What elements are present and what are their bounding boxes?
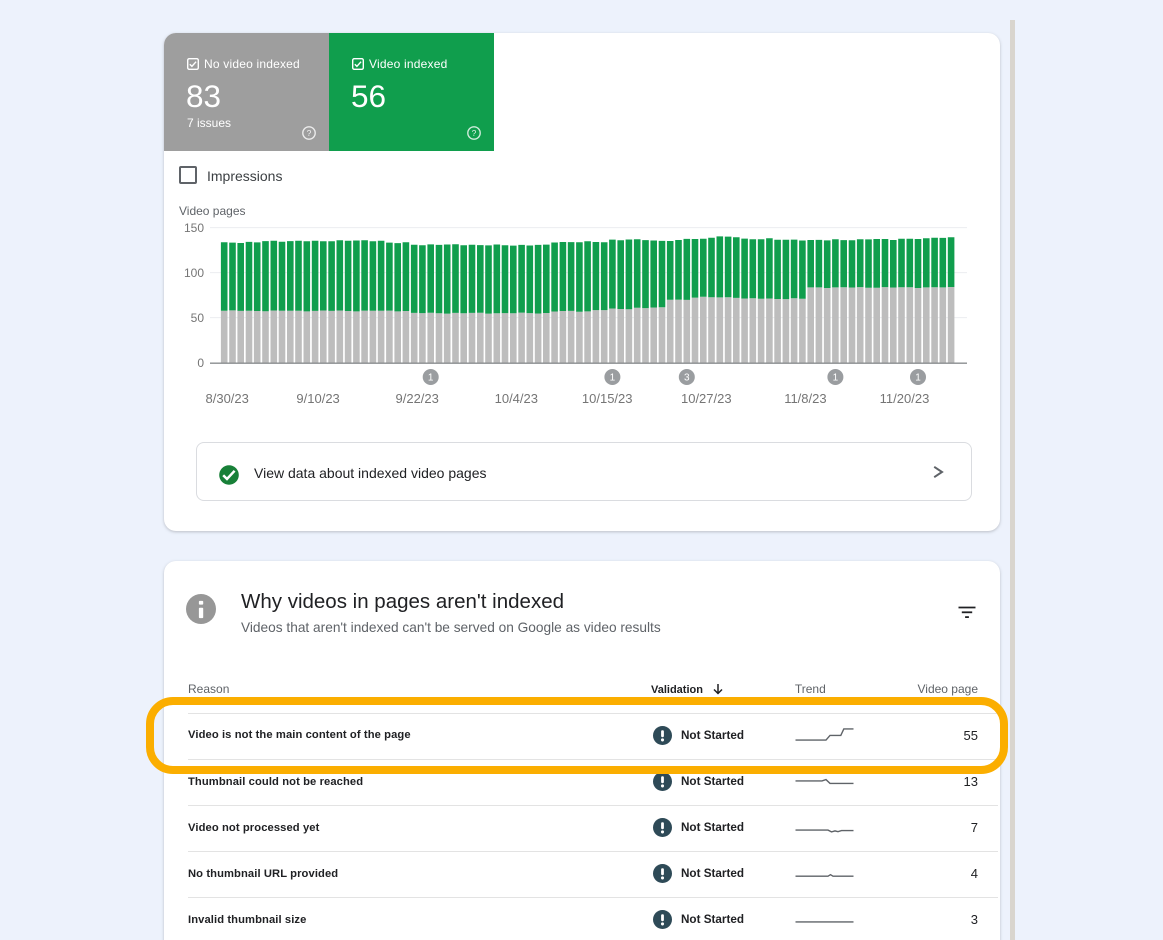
svg-text:3: 3 [684, 373, 690, 384]
svg-text:1: 1 [610, 373, 616, 384]
svg-text:?: ? [472, 128, 477, 138]
svg-text:10/15/23: 10/15/23 [582, 391, 633, 406]
svg-text:100: 100 [184, 266, 204, 280]
svg-text:1: 1 [833, 373, 839, 384]
svg-text:10/4/23: 10/4/23 [495, 391, 538, 406]
svg-text:8/30/23: 8/30/23 [206, 391, 249, 406]
svg-text:11/20/23: 11/20/23 [880, 391, 930, 406]
svg-text:1: 1 [915, 373, 921, 384]
svg-text:10/27/23: 10/27/23 [681, 391, 732, 406]
svg-text:50: 50 [191, 311, 205, 325]
svg-text:0: 0 [197, 356, 204, 370]
svg-text:1: 1 [428, 373, 434, 384]
svg-text:150: 150 [184, 221, 204, 235]
svg-text:9/10/23: 9/10/23 [296, 391, 339, 406]
svg-text:11/8/23: 11/8/23 [784, 391, 826, 406]
svg-text:Video pages: Video pages [179, 204, 246, 218]
svg-text:?: ? [307, 128, 312, 138]
svg-text:9/22/23: 9/22/23 [396, 391, 439, 406]
